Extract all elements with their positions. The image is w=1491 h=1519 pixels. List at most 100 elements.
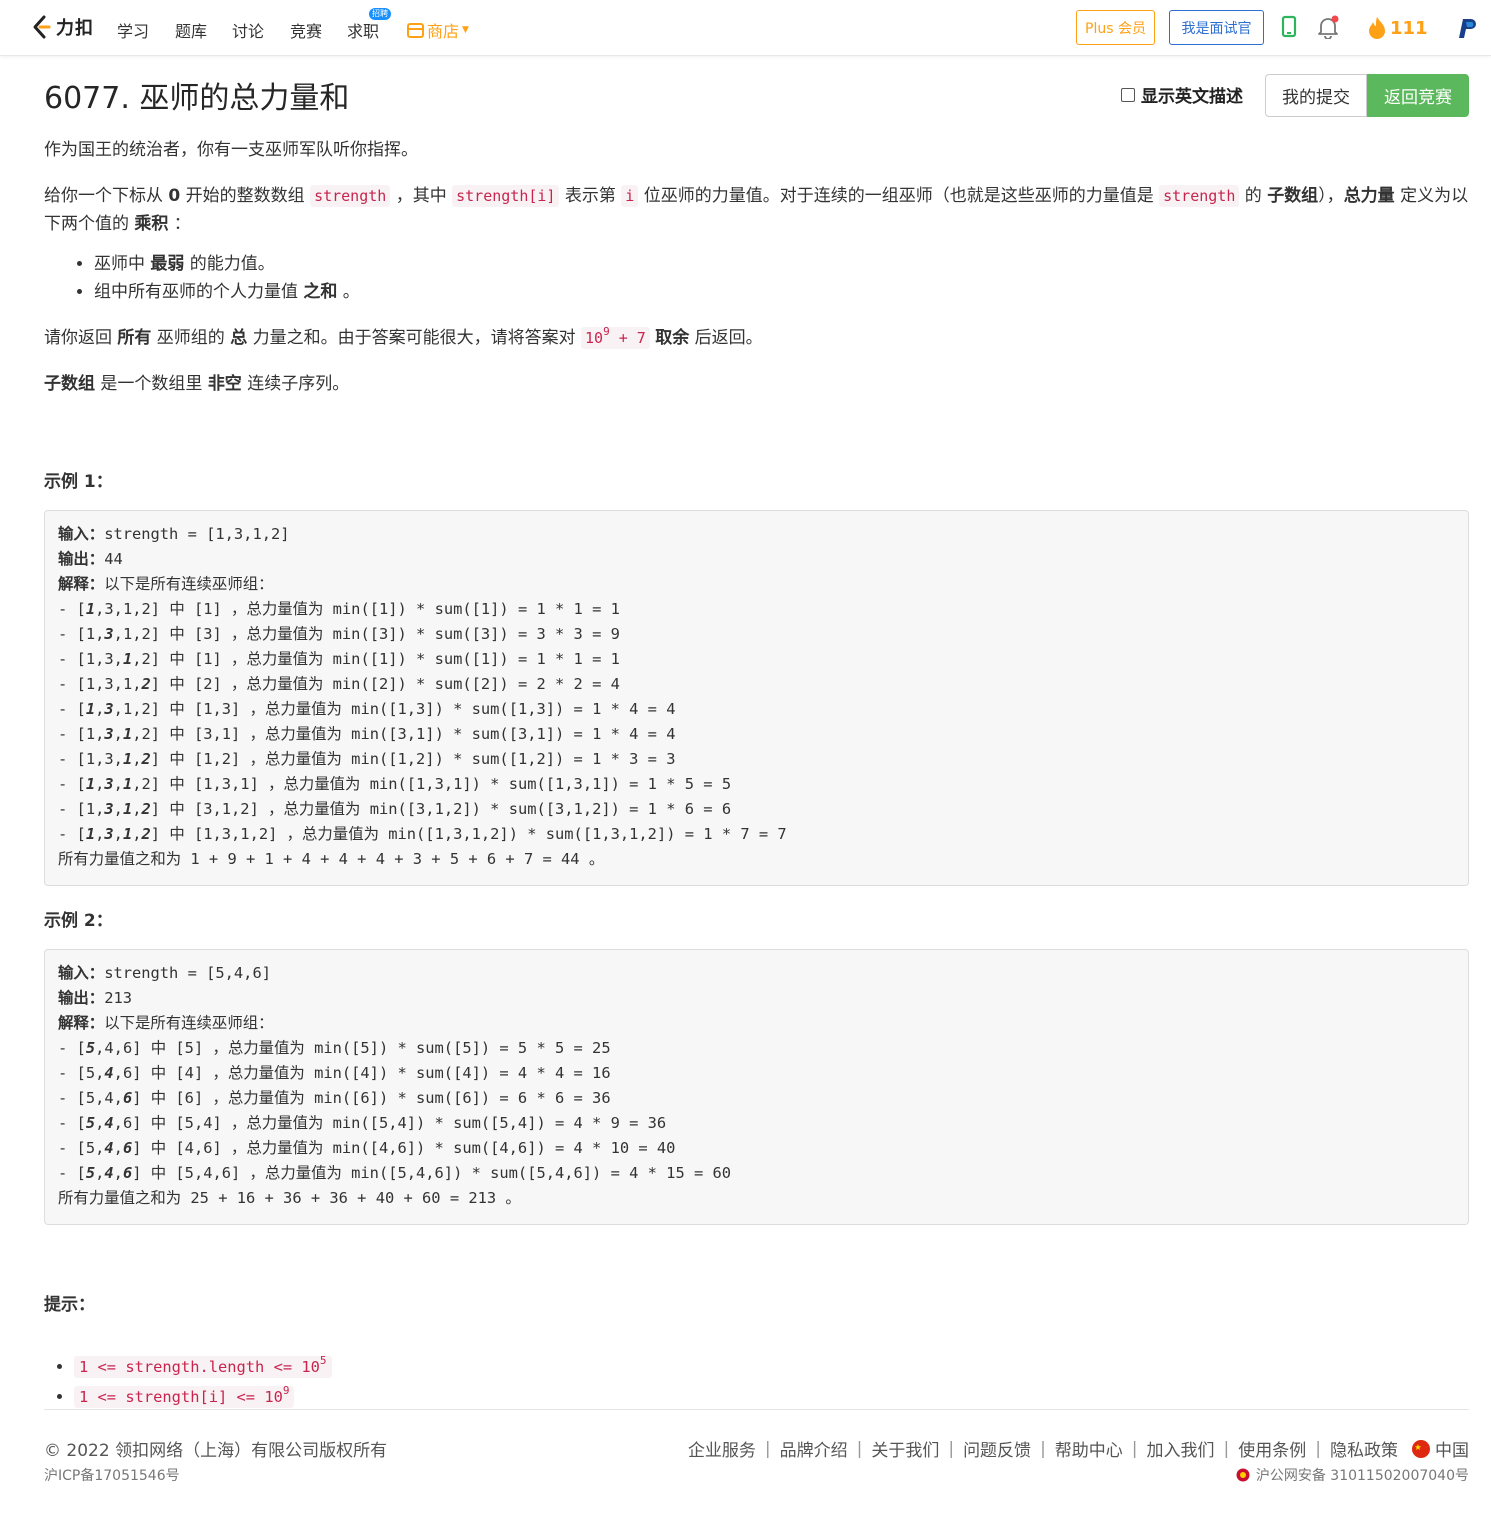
store-icon [407,22,424,38]
example-2-heading: 示例 2： [44,911,113,931]
highlighted-element: 3 [104,825,114,843]
footer-divider [44,1409,1469,1410]
explanation-line: - [1,3,1,2] 中 [1,3] ，总力量值为 min([1,3]) * … [58,700,676,718]
highlighted-element: 5 [85,1039,96,1057]
explanation-total-line: 所有力量值之和为 25 + 16 + 36 + 36 + 40 + 60 = 2… [58,1189,521,1207]
problem-title: 6077. 巫师的总力量和 [44,81,350,116]
highlighted-element: 6 [122,1139,133,1157]
input-value: strength = [5,4,6] [104,964,271,982]
chevron-down-icon: ▼ [462,25,469,35]
example-1-block: 输入：strength = [1,3,1,2] 输出：44 解释：以下是所有连续巫师… [44,510,1469,886]
highlighted-element: 1 [85,700,96,718]
problem-description: 作为国王的统治者，你有一支巫师军队听你指挥。 给你一个下标从 0 开始的整数数组… [44,136,1469,416]
footer-link-about[interactable]: 关于我们 [871,1436,939,1461]
footer-separator: | [1131,1438,1138,1459]
mobile-app-icon[interactable] [1281,15,1297,39]
nav-link-problemset[interactable]: 题库 [175,18,207,42]
constraint-item: 1 <= strength[i] <= 109 [74,1385,295,1408]
nav-link-study[interactable]: 学习 [117,18,149,42]
output-value: 213 [104,989,132,1007]
footer-separator: | [1315,1438,1321,1459]
highlighted-element: 6 [122,1164,133,1182]
highlighted-element: 4 [104,1114,114,1132]
inline-code: strength [310,185,391,207]
police-registration-text: 沪公网安备 31011502007040号 [1255,1468,1469,1484]
footer-link-enterprise[interactable]: 企业服务 [688,1436,756,1461]
explanation-line: - [1,3,1,2] 中 [1,3,1] ，总力量值为 min([1,3,1]… [58,775,732,793]
china-flag-icon [1412,1439,1430,1458]
explanation-line: - [1,3,1,2] 中 [3,1] ，总力量值为 min([3,1]) * … [58,725,676,743]
output-label: 输出： [58,550,105,568]
example-input-line: 输入：strength = [1,3,1,2] [58,522,1455,547]
my-submissions-button[interactable]: 我的提交 [1265,74,1367,117]
region-selector[interactable]: 中国 [1412,1436,1469,1461]
highlighted-element: 5 [85,1164,96,1182]
plus-membership-button[interactable]: Plus 会员 [1076,10,1155,45]
footer-separator: | [948,1438,955,1459]
explanation-line: - [5,4,6] 中 [6] ，总力量值为 min([6]) * sum([6… [58,1089,611,1107]
police-registration-link[interactable]: 沪公网安备 31011502007040号 [1236,1465,1469,1485]
example-1-heading: 示例 1： [44,472,113,492]
inline-code: strength [1159,185,1240,207]
highlighted-element: 1 [85,600,96,618]
example-output-line: 输出：44 [58,547,1455,572]
example-2-block: 输入：strength = [5,4,6] 输出：213 解释：以下是所有连续巫师组… [44,949,1469,1225]
footer-link-careers[interactable]: 加入我们 [1147,1436,1215,1461]
highlighted-element: 3 [104,725,114,743]
input-value: strength = [1,3,1,2] [104,525,290,543]
footer-link-brand[interactable]: 品牌介绍 [780,1436,848,1461]
explanation-value: 以下是所有连续巫师组： [104,1014,274,1032]
footer-separator: | [1040,1438,1046,1459]
jobs-hiring-badge: 招聘 [369,8,391,20]
nav-link-jobs[interactable]: 求职 [347,18,379,42]
list-item: 巫师中 最弱 的能力值。 [94,250,1469,278]
description-paragraph: 请你返回 所有 巫师组的 总 力量之和。由于答案可能很大，请将答案对 109 +… [44,325,763,349]
footer-links: 企业服务 | 品牌介绍 | 关于我们 | 问题反馈 | 帮助中心 | 加入我们 | 使用条例… [688,1436,1469,1462]
leetcode-logo[interactable]: 力扣 [30,14,94,40]
output-value: 44 [104,550,123,568]
example-explanation-line: 解释：以下是所有连续巫师组： [58,1011,1455,1036]
highlighted-element: 1 [122,825,133,843]
explanation-line: - [1,3,1,2] 中 [1] ，总力量值为 min([1]) * sum(… [58,650,620,668]
problem-actions: 我的提交 返回竞赛 [1265,74,1469,117]
explanation-line: - [5,4,6] 中 [4] ，总力量值为 min([4]) * sum([4… [58,1064,611,1082]
top-navbar: 力扣 学习 题库 讨论 竞赛 求职 招聘 商店 ▼ Plus 会员 我是面试官 … [0,0,1491,56]
highlighted-element: 1 [85,825,96,843]
highlighted-element: 1 [122,750,133,768]
brand-name: 力扣 [56,18,94,39]
explanation-total-line: 所有力量值之和为 1 + 9 + 1 + 4 + 4 + 4 + 3 + 5 +… [58,850,605,868]
nav-link-discuss[interactable]: 讨论 [232,18,264,42]
constraints-section: 提示： 1 <= strength.length <= 105 1 <= str… [44,1290,332,1408]
highlighted-element: 4 [104,1064,114,1082]
footer-link-help[interactable]: 帮助中心 [1055,1436,1123,1461]
explanation-line: - [1,3,1,2] 中 [3] ，总力量值为 min([3]) * sum(… [58,625,620,643]
input-label: 输入： [58,964,105,982]
highlighted-element: 1 [122,725,133,743]
highlighted-element: 3 [104,625,114,643]
explanation-line: - [5,4,6] 中 [5,4,6] ，总力量值为 min([5,4,6]) … [58,1164,732,1182]
back-to-contest-button[interactable]: 返回竞赛 [1367,74,1469,117]
user-avatar-icon[interactable] [1457,17,1477,39]
english-description-checkbox[interactable] [1121,87,1135,102]
nav-link-store[interactable]: 商店 ▼ [407,18,469,42]
explanation-line: - [1,3,1,2] 中 [1,3,1,2] ，总力量值为 min([1,3,… [58,825,787,843]
constraints-heading: 提示： [44,1295,95,1315]
nav-link-contest[interactable]: 竞赛 [290,18,322,42]
explanation-line: - [1,3,1,2] 中 [1] ，总力量值为 min([1]) * sum(… [58,600,620,618]
streak-count: 111 [1390,17,1428,39]
streak-counter[interactable]: 111 [1368,16,1428,40]
footer-link-terms[interactable]: 使用条例 [1238,1436,1306,1461]
footer-link-feedback[interactable]: 问题反馈 [963,1436,1031,1461]
english-description-label: 显示英文描述 [1141,87,1243,107]
notification-bell-icon[interactable] [1316,15,1340,39]
highlighted-element: 5 [85,1114,96,1132]
icp-license-link[interactable]: 沪ICP备17051546号 [44,1465,180,1485]
interviewer-button[interactable]: 我是面试官 [1169,10,1264,45]
description-paragraph: 给你一个下标从 0 开始的整数数组 strength ，其中 strength[… [44,185,1469,234]
english-description-toggle[interactable]: 显示英文描述 [1121,82,1243,107]
explanation-line: - [1,3,1,2] 中 [2] ，总力量值为 min([2]) * sum(… [58,675,620,693]
inline-code: strength[i] [452,185,560,207]
explanation-label: 解释： [58,1014,105,1032]
explanation-label: 解释： [58,575,105,593]
footer-link-privacy[interactable]: 隐私政策 [1330,1436,1398,1461]
